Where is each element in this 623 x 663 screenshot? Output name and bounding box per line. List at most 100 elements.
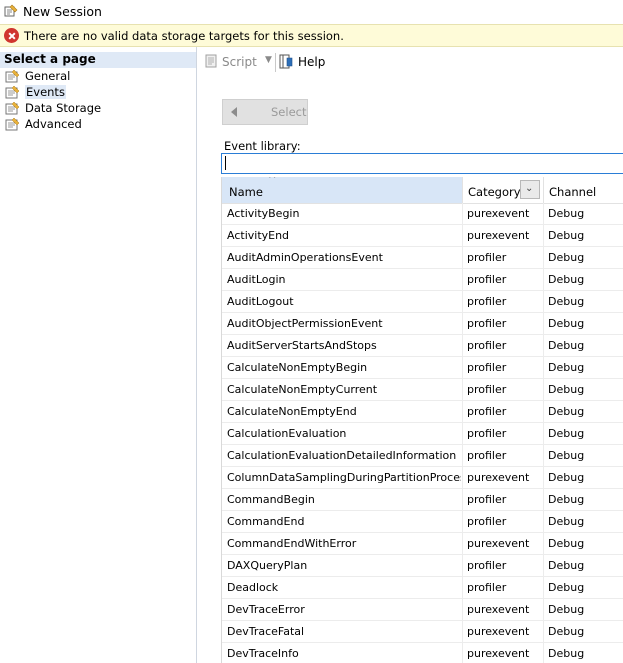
table-row[interactable]: Deadlock profiler Debug <box>222 577 623 599</box>
event-channel-cell: Debug <box>548 427 585 440</box>
table-row[interactable]: CalculationEvaluation profiler Debug <box>222 423 623 445</box>
events-grid: ^ Name Category ⌄ Channel ActivityBegin p… <box>221 177 623 663</box>
column-divider <box>543 577 544 599</box>
event-name-cell: DevTraceInfo <box>227 647 299 660</box>
table-row[interactable]: CalculateNonEmptyBegin profiler Debug <box>222 357 623 379</box>
column-divider <box>543 401 544 423</box>
column-divider <box>462 357 463 379</box>
column-header-name[interactable]: ^ Name <box>222 177 463 203</box>
column-divider <box>462 401 463 423</box>
column-divider <box>462 599 463 621</box>
event-channel-cell: Debug <box>548 317 585 330</box>
column-header-label: Channel <box>549 185 597 199</box>
table-row[interactable]: DevTraceError purexevent Debug <box>222 599 623 621</box>
table-row[interactable]: CommandEndWithError purexevent Debug <box>222 533 623 555</box>
event-name-cell: AuditLogout <box>227 295 294 308</box>
event-category-cell: purexevent <box>467 647 530 660</box>
table-row[interactable]: CalculateNonEmptyCurrent profiler Debug <box>222 379 623 401</box>
nav-item-label: General <box>25 69 71 83</box>
new-session-icon <box>4 4 18 17</box>
table-row[interactable]: AuditLogout profiler Debug <box>222 291 623 313</box>
column-divider <box>543 599 544 621</box>
column-divider <box>462 225 463 247</box>
table-row[interactable]: CalculationEvaluationDetailedInformation… <box>222 445 623 467</box>
help-button[interactable]: Help <box>278 54 338 71</box>
table-row[interactable]: AuditObjectPermissionEvent profiler Debug <box>222 313 623 335</box>
column-header-label: Name <box>229 185 263 199</box>
category-filter-button[interactable]: ⌄ <box>520 180 540 199</box>
column-divider <box>543 643 544 663</box>
page-icon <box>5 86 20 99</box>
column-header-category[interactable]: Category ⌄ <box>463 177 544 203</box>
column-divider <box>543 511 544 533</box>
table-row[interactable]: AuditServerStartsAndStops profiler Debug <box>222 335 623 357</box>
table-row[interactable]: CalculateNonEmptyEnd profiler Debug <box>222 401 623 423</box>
event-name-cell: ActivityBegin <box>227 207 300 220</box>
toolbar-separator <box>275 53 276 72</box>
script-icon <box>205 54 217 68</box>
select-label: Select <box>271 105 307 119</box>
nav-item-label: Events <box>25 85 66 99</box>
event-name-cell: CommandBegin <box>227 493 315 506</box>
event-library-label: Event library: <box>224 139 301 153</box>
column-divider <box>462 643 463 663</box>
event-channel-cell: Debug <box>548 537 585 550</box>
event-name-cell: DAXQueryPlan <box>227 559 308 572</box>
nav-item-advanced[interactable]: Advanced <box>5 117 185 133</box>
column-divider <box>462 247 463 269</box>
nav-item-events[interactable]: Events <box>5 85 185 101</box>
table-row[interactable]: DevTraceInfo purexevent Debug <box>222 643 623 663</box>
page-icon <box>5 102 20 115</box>
table-row[interactable]: CommandEnd profiler Debug <box>222 511 623 533</box>
event-category-cell: purexevent <box>467 471 530 484</box>
table-row[interactable]: DevTraceFatal purexevent Debug <box>222 621 623 643</box>
table-row[interactable]: ActivityEnd purexevent Debug <box>222 225 623 247</box>
column-divider <box>462 423 463 445</box>
column-divider <box>462 511 463 533</box>
table-row[interactable]: AuditAdminOperationsEvent profiler Debug <box>222 247 623 269</box>
title-bar: New Session <box>0 0 623 24</box>
select-button[interactable]: Select <box>222 99 308 125</box>
table-row[interactable]: AuditLogin profiler Debug <box>222 269 623 291</box>
event-category-cell: profiler <box>467 295 507 308</box>
event-library-search-input[interactable] <box>221 153 623 174</box>
script-button[interactable]: Script ▼ <box>203 54 273 71</box>
table-row[interactable]: CommandBegin profiler Debug <box>222 489 623 511</box>
event-channel-cell: Debug <box>548 625 585 638</box>
event-name-cell: AuditAdminOperationsEvent <box>227 251 383 264</box>
error-banner: There are no valid data storage targets … <box>0 24 623 47</box>
event-channel-cell: Debug <box>548 383 585 396</box>
chevron-down-icon[interactable]: ▼ <box>265 55 272 65</box>
page-icon <box>5 118 20 131</box>
column-divider <box>543 445 544 467</box>
event-name-cell: AuditObjectPermissionEvent <box>227 317 383 330</box>
event-name-cell: Deadlock <box>227 581 279 594</box>
toolbar: Script ▼ Help <box>198 47 623 76</box>
table-row[interactable]: DAXQueryPlan profiler Debug <box>222 555 623 577</box>
text-caret <box>225 156 226 170</box>
column-divider <box>543 313 544 335</box>
nav-item-general[interactable]: General <box>5 69 185 85</box>
nav-item-label: Data Storage <box>25 101 102 115</box>
column-header-channel[interactable]: Channel <box>544 177 623 203</box>
table-row[interactable]: ActivityBegin purexevent Debug <box>222 203 623 225</box>
event-category-cell: purexevent <box>467 229 530 242</box>
window-title: New Session <box>23 4 102 19</box>
column-divider <box>543 467 544 489</box>
event-category-cell: purexevent <box>467 537 530 550</box>
event-channel-cell: Debug <box>548 273 585 286</box>
column-divider <box>543 533 544 555</box>
column-divider <box>462 335 463 357</box>
event-name-cell: CalculationEvaluationDetailedInformation <box>227 449 457 462</box>
column-divider <box>543 489 544 511</box>
event-name-cell: ActivityEnd <box>227 229 290 242</box>
column-divider <box>543 247 544 269</box>
nav-item-data-storage[interactable]: Data Storage <box>5 101 185 117</box>
event-category-cell: profiler <box>467 493 507 506</box>
column-divider <box>462 555 463 577</box>
grid-header: ^ Name Category ⌄ Channel <box>222 177 623 204</box>
event-name-cell: CalculateNonEmptyCurrent <box>227 383 378 396</box>
table-row[interactable]: ColumnDataSamplingDuringPartitionProcess… <box>222 467 623 489</box>
column-divider <box>462 313 463 335</box>
column-divider <box>462 533 463 555</box>
